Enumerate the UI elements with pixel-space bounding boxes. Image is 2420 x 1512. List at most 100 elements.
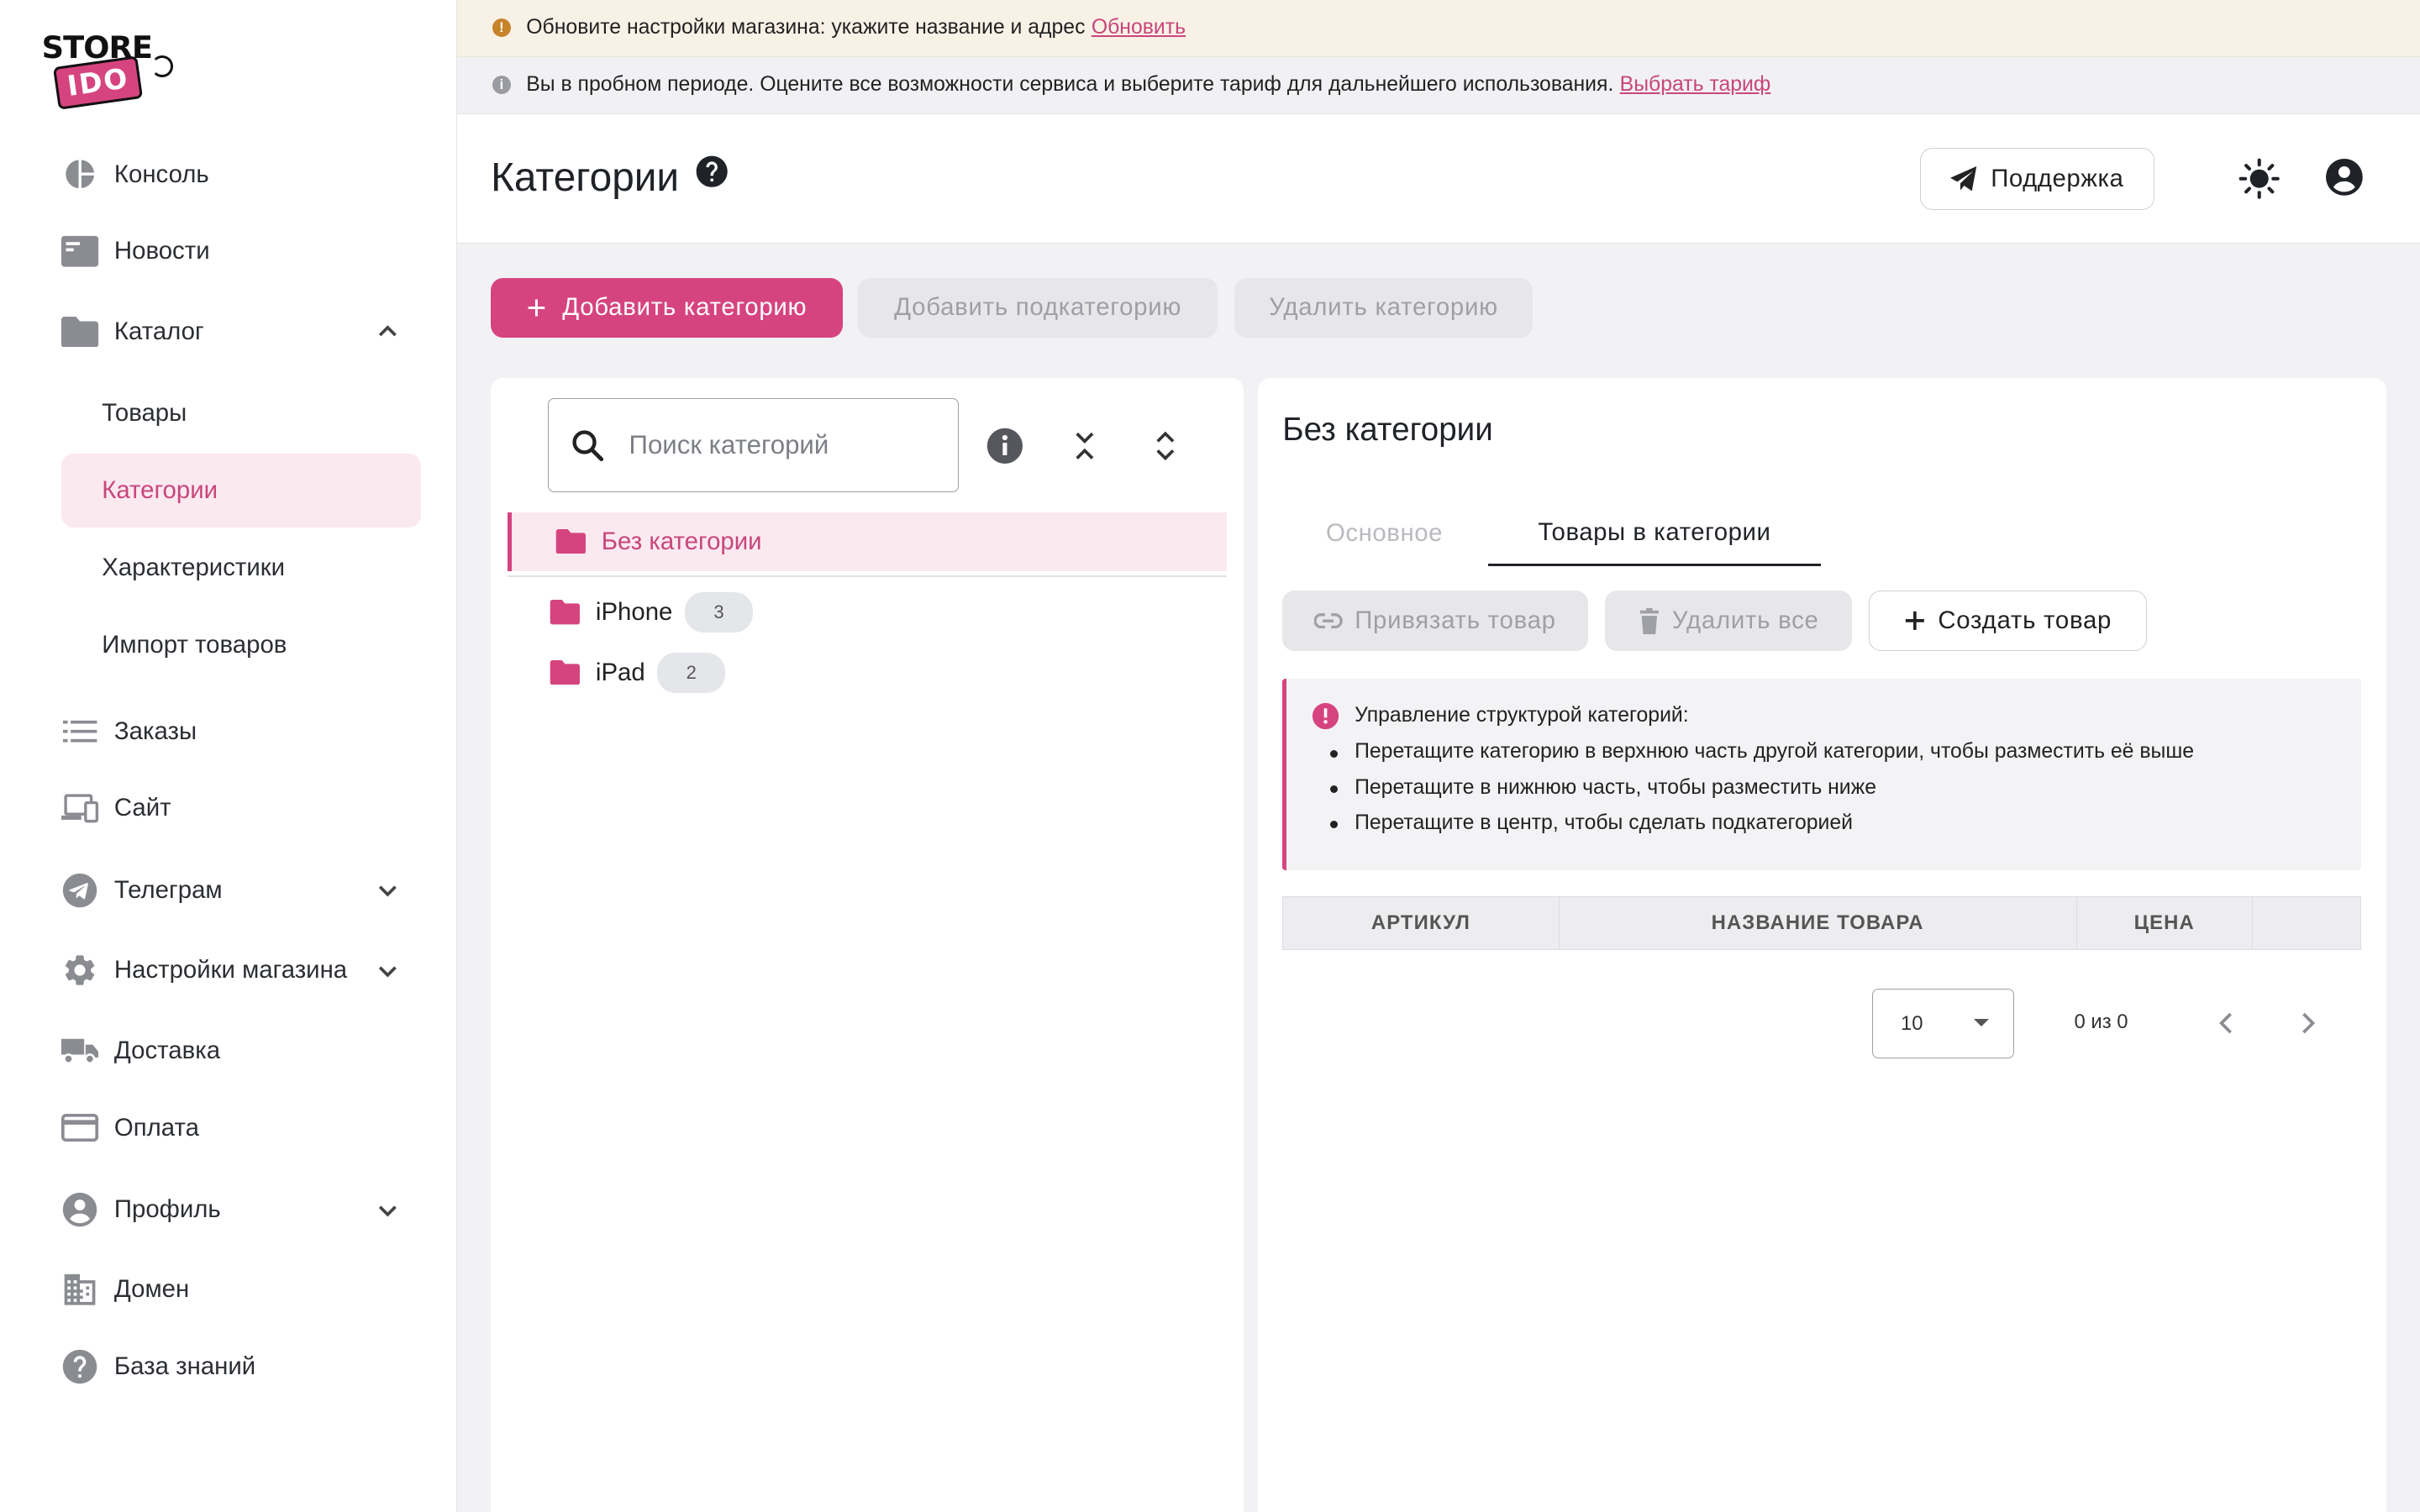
sidebar-item-label: Настройки магазина	[113, 956, 348, 984]
sidebar-item-label: Оплата	[113, 1113, 199, 1142]
chevron-down-icon[interactable]	[372, 955, 403, 986]
sidebar-item-news[interactable]: Новости	[61, 218, 421, 286]
list-item: Перетащите в нижнюю часть, чтобы размест…	[1329, 769, 2194, 805]
sidebar-item-payment[interactable]: Оплата	[61, 1094, 421, 1162]
sidebar-sub-categories[interactable]: Категории	[61, 453, 422, 528]
previous-page-icon[interactable]	[2208, 1005, 2245, 1042]
chevron-down-icon[interactable]	[372, 1194, 403, 1226]
sidebar-item-telegram[interactable]: Телеграм	[61, 856, 421, 924]
sidebar-item-console[interactable]: Консоль	[61, 140, 421, 208]
sidebar-sub-characteristics[interactable]: Характеристики	[61, 531, 421, 605]
truck-icon	[61, 1032, 99, 1069]
tree-item-iphone[interactable]: iPhone 3	[508, 583, 1227, 642]
sidebar-item-domain[interactable]: Домен	[61, 1256, 421, 1324]
trial-banner: i Вы в пробном периоде. Оцените все возм…	[456, 56, 2420, 114]
expand-all-icon[interactable]	[1145, 426, 1186, 466]
help-icon[interactable]	[695, 155, 729, 188]
column-price[interactable]: ЦЕНА	[2077, 897, 2253, 950]
category-title: Без категории	[1282, 412, 1493, 449]
add-category-button[interactable]: + Добавить категорию	[491, 277, 843, 339]
sidebar-item-label: Домен	[113, 1275, 190, 1304]
sidebar-sub-products[interactable]: Товары	[61, 376, 421, 450]
tab-general[interactable]: Основное	[1282, 501, 1486, 566]
hint-heading: Управление структурой категорий:	[1355, 703, 1689, 727]
divider	[508, 575, 1228, 577]
store-logo[interactable]: STORE IDO	[40, 28, 173, 110]
sidebar-item-profile[interactable]: Профиль	[61, 1176, 421, 1244]
sidebar-sub-import[interactable]: Импорт товаров	[61, 608, 421, 682]
sidebar-item-site[interactable]: Сайт	[61, 774, 421, 843]
page-title: Категории	[491, 155, 680, 200]
folder-icon	[61, 313, 99, 350]
dropdown-arrow-icon	[1973, 1019, 1989, 1027]
create-product-button[interactable]: Создать товар	[1869, 591, 2147, 652]
folder-icon	[550, 600, 581, 625]
sidebar-item-knowledge-base[interactable]: База знаний	[61, 1333, 421, 1401]
list-item: Перетащите в центр, чтобы сделать подкат…	[1329, 806, 2194, 841]
search-icon	[549, 428, 604, 462]
send-icon	[1950, 166, 1991, 192]
credit-card-icon	[61, 1110, 99, 1147]
tree-item-label: Без категории	[601, 527, 762, 555]
category-structure-hint: Управление структурой категорий: Перетащ…	[1282, 679, 2362, 870]
sidebar: STORE IDO Консоль Новости Каталог Товары…	[0, 0, 457, 1512]
category-tree-panel: Без категории iPhone 3 iPad 2	[491, 377, 1244, 1512]
column-product-name[interactable]: НАЗВАНИЕ ТОВАРА	[1560, 897, 2077, 950]
banner-text: Вы в пробном периоде. Оцените все возмож…	[526, 73, 1614, 97]
sidebar-item-label: Телеграм	[113, 875, 223, 904]
chevron-up-icon[interactable]	[372, 317, 403, 348]
account-icon	[61, 1191, 98, 1228]
folder-icon	[550, 660, 581, 685]
add-subcategory-button[interactable]: Добавить подкатегорию	[858, 277, 1218, 339]
news-icon	[61, 233, 99, 270]
pie-chart-icon	[61, 155, 98, 192]
chevron-down-icon[interactable]	[372, 874, 403, 906]
category-search-field[interactable]	[548, 397, 959, 492]
tree-item-uncategorized[interactable]: Без категории	[508, 512, 1228, 571]
page-header: Категории Поддержка	[456, 113, 2420, 244]
column-actions	[2253, 897, 2360, 949]
sidebar-item-label: Новости	[113, 237, 210, 265]
info-icon[interactable]	[985, 426, 1025, 466]
tree-item-label: iPhone	[595, 598, 673, 627]
theme-toggle-icon[interactable]	[2238, 157, 2281, 200]
warning-icon: !	[492, 18, 511, 38]
sidebar-item-catalog[interactable]: Каталог	[61, 297, 421, 365]
products-table-header: АРТИКУЛ НАЗВАНИЕ ТОВАРА ЦЕНА	[1282, 896, 2362, 951]
sidebar-item-label: Каталог	[113, 317, 204, 345]
plus-icon: +	[526, 288, 547, 328]
list-icon	[61, 713, 98, 750]
next-page-icon[interactable]	[2289, 1005, 2326, 1042]
tree-item-label: iPad	[595, 658, 645, 686]
sidebar-item-label: Заказы	[113, 717, 197, 745]
sidebar-item-orders[interactable]: Заказы	[61, 697, 421, 765]
list-item: Перетащите категорию в верхнюю часть дру…	[1329, 734, 2194, 769]
sidebar-item-label: Сайт	[113, 794, 171, 822]
sidebar-item-delivery[interactable]: Доставка	[61, 1016, 421, 1084]
category-detail-panel: Без категории Основное Товары в категори…	[1257, 377, 2386, 1512]
support-button[interactable]: Поддержка	[1919, 148, 2155, 210]
folder-icon	[555, 528, 587, 554]
account-icon[interactable]	[2324, 157, 2367, 200]
pagination-info: 0 из 0	[2074, 1011, 2128, 1034]
delete-all-button[interactable]: Удалить все	[1605, 591, 1853, 652]
tree-item-ipad[interactable]: iPad 2	[508, 643, 1227, 702]
help-icon	[61, 1348, 98, 1385]
count-badge: 2	[657, 652, 726, 693]
info-icon: i	[492, 76, 511, 95]
sidebar-item-store-settings[interactable]: Настройки магазина	[61, 937, 421, 1005]
settings-warning-banner: ! Обновите настройки магазина: укажите н…	[456, 0, 2420, 57]
link-product-button[interactable]: Привязать товар	[1282, 591, 1588, 652]
collapse-all-icon[interactable]	[1065, 426, 1105, 466]
hint-list: Перетащите категорию в верхнюю часть дру…	[1329, 734, 2194, 841]
update-settings-link[interactable]: Обновить	[1092, 16, 1186, 39]
column-sku[interactable]: АРТИКУЛ	[1283, 897, 1560, 950]
sidebar-item-label: База знаний	[113, 1352, 256, 1381]
trash-icon	[1639, 607, 1672, 634]
sidebar-item-label: Консоль	[113, 160, 209, 188]
tab-category-products[interactable]: Товары в категории	[1487, 501, 1822, 567]
choose-plan-link[interactable]: Выбрать тариф	[1620, 73, 1771, 97]
page-size-select[interactable]: 10	[1871, 989, 2014, 1058]
search-input[interactable]	[625, 428, 919, 462]
delete-category-button[interactable]: Удалить категорию	[1234, 277, 1533, 339]
